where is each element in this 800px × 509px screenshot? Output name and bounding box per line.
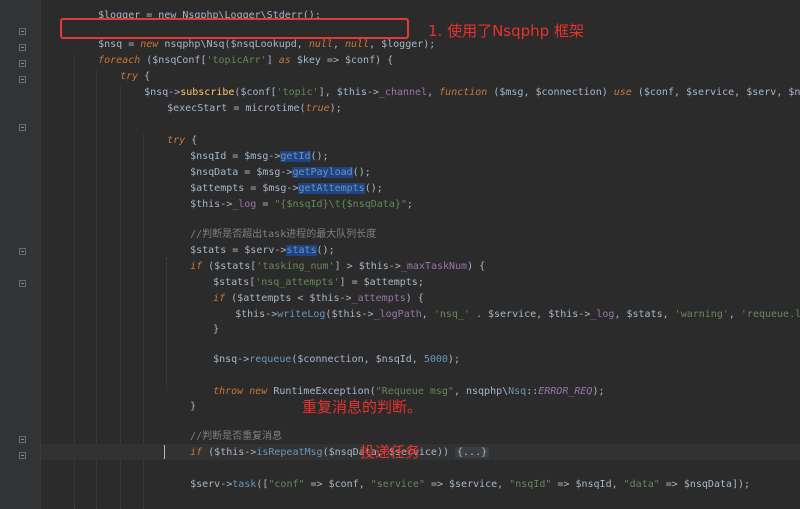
fold-marker-icon[interactable] xyxy=(19,60,26,67)
code-line-22: if ($this->isRepeatMsg($nsqData, $servic… xyxy=(190,447,490,458)
highlight-box xyxy=(60,18,409,39)
code-line-14: $stats['nsq_attempts'] = $attempts; xyxy=(213,277,424,288)
code-line-4: $nsq->subscribe($conf['topic'], $this->_… xyxy=(144,87,800,98)
fold-marker-icon[interactable] xyxy=(19,76,26,83)
annotation-dispatch-task: 投递任务 xyxy=(360,443,421,461)
code-line-3: try { xyxy=(120,71,151,82)
code-line-8: $nsqData = $msg->getPayload(); xyxy=(190,167,371,178)
code-line-13: if ($stats['tasking_num'] > $this->_maxT… xyxy=(190,261,486,272)
annotation-repeat-check: 重复消息的判断。 xyxy=(302,398,423,416)
indent-guide xyxy=(74,54,75,509)
code-line-10: $this->_log = "{$nsqId}\t{$nsqData}"; xyxy=(190,199,413,210)
annotation-framework: 1. 使用了Nsqphp 框架 xyxy=(428,22,584,40)
code-line-9: $attempts = $msg->getAttempts(); xyxy=(190,183,383,194)
code-line-12: $stats = $serv->stats(); xyxy=(190,245,335,256)
code-line-24: $serv->task(["conf" => $conf, "service" … xyxy=(190,479,751,490)
fold-marker-icon[interactable] xyxy=(19,28,26,35)
code-line-5: $execStart = microtime(true); xyxy=(167,103,342,114)
code-line-6: try { xyxy=(167,135,198,146)
folded-code-block[interactable]: {...} xyxy=(455,447,490,458)
fold-marker-icon[interactable] xyxy=(19,436,26,443)
code-line-16: $this->writeLog($this->_logPath, 'nsq_' … xyxy=(235,309,800,320)
code-line-2: foreach ($nsqConf['topicArr'] as $key =>… xyxy=(98,55,394,66)
text-caret xyxy=(164,445,165,459)
fold-marker-icon[interactable] xyxy=(19,280,26,287)
fold-marker-icon[interactable] xyxy=(19,248,26,255)
fold-marker-icon[interactable] xyxy=(19,452,26,459)
code-line-0: $logger = new Nsqphp\Logger\Stderr(); xyxy=(98,10,321,21)
code-line-20: } xyxy=(190,401,197,412)
code-line-15: if ($attempts < $this->_attempts) { xyxy=(213,293,424,304)
code-line-19: throw new RuntimeException("Requeue msg"… xyxy=(213,386,605,397)
code-line-18: $nsq->requeue($connection, $nsqId, 5000)… xyxy=(213,354,460,365)
fold-marker-icon[interactable] xyxy=(19,44,26,51)
code-line-21: //判断是否重复消息 xyxy=(190,431,283,442)
code-line-11: //判断是否超出task进程的最大队列长度 xyxy=(190,229,377,240)
fold-marker-icon[interactable] xyxy=(19,124,26,131)
code-line-7: $nsqId = $msg->getId(); xyxy=(190,151,329,162)
code-line-17: } xyxy=(213,324,220,335)
code-editor[interactable]: $logger = new Nsqphp\Logger\Stderr(); $n… xyxy=(0,0,800,509)
